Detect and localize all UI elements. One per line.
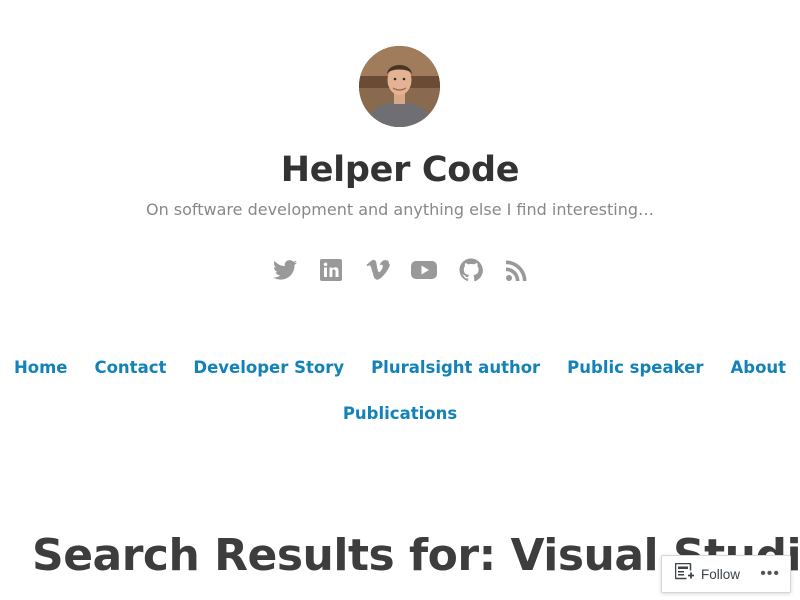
nav-item-pluralsight-author[interactable]: Pluralsight author (371, 356, 540, 380)
nav-item-developer-story[interactable]: Developer Story (193, 356, 344, 380)
page: Helper Code On software development and … (0, 0, 800, 600)
nav-item-publications[interactable]: Publications (343, 402, 457, 426)
follow-button[interactable]: Follow (662, 556, 740, 592)
more-options-icon[interactable]: ••• (760, 566, 780, 582)
follow-label: Follow (701, 566, 741, 582)
site-tagline: On software development and anything els… (145, 200, 655, 219)
rss-icon[interactable] (504, 257, 530, 283)
nav-row: Home Contact Developer Story Pluralsight… (0, 356, 800, 380)
nav-item-home[interactable]: Home (14, 356, 68, 380)
twitter-icon[interactable] (272, 257, 298, 283)
vimeo-icon[interactable] (365, 257, 391, 283)
avatar-photo (359, 46, 440, 127)
linkedin-icon[interactable] (318, 257, 344, 283)
avatar[interactable] (359, 46, 440, 127)
youtube-icon[interactable] (411, 257, 438, 283)
follow-widget: Follow ••• (661, 555, 791, 593)
nav-item-contact[interactable]: Contact (94, 356, 166, 380)
reader-follow-icon (674, 562, 695, 586)
nav-item-about[interactable]: About (730, 356, 786, 380)
nav-row: Publications (0, 402, 800, 426)
github-icon[interactable] (458, 257, 484, 283)
nav-item-public-speaker[interactable]: Public speaker (567, 356, 703, 380)
social-links (272, 257, 530, 283)
site-title[interactable]: Helper Code (0, 146, 800, 194)
